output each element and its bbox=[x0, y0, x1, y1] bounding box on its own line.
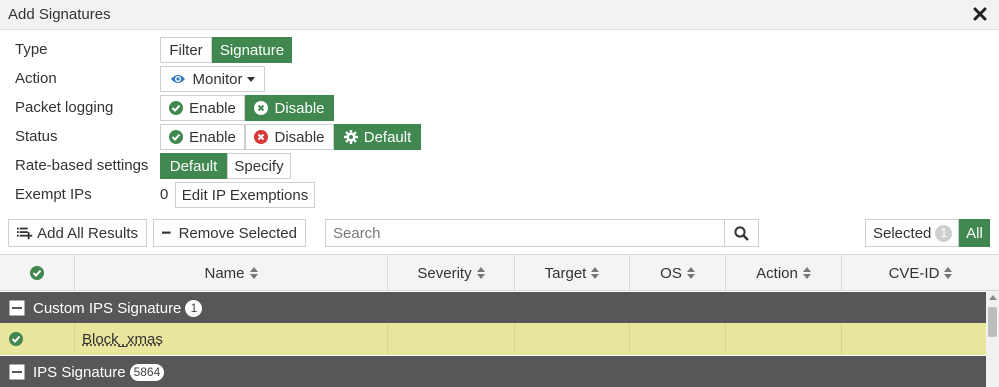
dialog-titlebar: Add Signatures bbox=[0, 0, 999, 30]
status-label: Status bbox=[15, 128, 58, 145]
add-all-results-button[interactable]: Add All Results bbox=[8, 219, 147, 247]
action-dropdown[interactable]: Monitor bbox=[160, 66, 265, 92]
check-circle-icon bbox=[9, 332, 23, 346]
sort-icon bbox=[476, 267, 485, 279]
check-circle-icon bbox=[169, 130, 184, 144]
action-value: Monitor bbox=[192, 70, 243, 88]
packet-logging-enable-button[interactable]: Enable bbox=[160, 95, 245, 121]
column-header-action[interactable]: Action bbox=[726, 255, 842, 291]
column-header-target[interactable]: Target bbox=[515, 255, 630, 291]
table-header: Name Severity Target OS Action CVE-ID bbox=[0, 254, 999, 291]
row-select-cell[interactable] bbox=[0, 323, 75, 355]
filter-all-button[interactable]: All bbox=[959, 219, 990, 247]
search-button[interactable] bbox=[724, 219, 759, 247]
caret-down-icon bbox=[246, 76, 255, 82]
row-target-cell bbox=[515, 323, 630, 355]
exempt-ips-label: Exempt IPs bbox=[15, 186, 92, 203]
column-header-os[interactable]: OS bbox=[630, 255, 726, 291]
status-enable-button[interactable]: Enable bbox=[160, 124, 245, 150]
search-icon bbox=[734, 225, 749, 241]
row-severity-cell bbox=[388, 323, 515, 355]
rate-specify-button[interactable]: Specify bbox=[227, 153, 291, 179]
group-header-ips[interactable]: IPS Signature 5864 bbox=[0, 356, 986, 387]
group-name: IPS Signature bbox=[33, 363, 126, 381]
row-os-cell bbox=[630, 323, 726, 355]
selected-count-badge: 1 bbox=[935, 224, 953, 242]
column-header-severity[interactable]: Severity bbox=[388, 255, 515, 291]
dialog-title: Add Signatures bbox=[8, 6, 111, 23]
select-column-header[interactable] bbox=[0, 255, 75, 291]
sort-icon bbox=[249, 267, 258, 279]
group-name: Custom IPS Signature bbox=[33, 299, 182, 317]
eye-icon bbox=[171, 75, 186, 83]
check-circle-icon bbox=[169, 101, 184, 115]
search-input[interactable] bbox=[325, 219, 725, 247]
sort-icon bbox=[686, 267, 695, 279]
scroll-thumb[interactable] bbox=[988, 307, 997, 337]
x-circle-icon bbox=[254, 130, 269, 144]
rate-based-label: Rate-based settings bbox=[15, 157, 149, 174]
gear-icon bbox=[343, 130, 358, 144]
close-icon[interactable] bbox=[973, 6, 987, 22]
minus-icon bbox=[162, 231, 171, 234]
sort-icon bbox=[802, 267, 811, 279]
status-default-button[interactable]: Default bbox=[334, 124, 421, 150]
group-count-badge: 1 bbox=[185, 299, 203, 317]
column-header-name[interactable]: Name bbox=[75, 255, 388, 291]
sort-icon bbox=[591, 267, 600, 279]
group-header-custom-ips[interactable]: Custom IPS Signature 1 bbox=[0, 292, 986, 324]
edit-ip-exemptions-button[interactable]: Edit IP Exemptions bbox=[175, 182, 315, 208]
collapse-icon[interactable] bbox=[9, 300, 25, 316]
signature-name[interactable]: Block_xmas bbox=[82, 331, 163, 348]
column-header-cve-id[interactable]: CVE-ID bbox=[842, 255, 999, 291]
vertical-scrollbar[interactable] bbox=[986, 291, 999, 387]
sort-icon bbox=[944, 267, 953, 279]
packet-logging-disable-button[interactable]: Disable bbox=[245, 95, 334, 121]
status-disable-button[interactable]: Disable bbox=[245, 124, 334, 150]
type-signature-button[interactable]: Signature bbox=[212, 37, 292, 63]
group-count-badge: 5864 bbox=[129, 363, 165, 381]
row-action-cell bbox=[726, 323, 842, 355]
exempt-ips-count: 0 bbox=[160, 186, 169, 203]
table-row[interactable]: Block_xmas bbox=[0, 323, 986, 355]
filter-selected-button[interactable]: Selected 1 bbox=[865, 219, 959, 247]
action-label: Action bbox=[15, 70, 57, 87]
row-name-cell: Block_xmas bbox=[75, 323, 388, 355]
scroll-up-arrow[interactable] bbox=[989, 295, 997, 300]
row-cve-cell bbox=[842, 323, 986, 355]
rate-default-button[interactable]: Default bbox=[160, 153, 227, 179]
list-add-icon bbox=[17, 227, 33, 240]
remove-selected-button[interactable]: Remove Selected bbox=[153, 219, 306, 247]
check-circle-icon bbox=[30, 266, 44, 280]
type-label: Type bbox=[15, 41, 48, 58]
packet-logging-label: Packet logging bbox=[15, 99, 114, 116]
results-toolbar: Add All Results Remove Selected Selected… bbox=[0, 219, 999, 247]
collapse-icon[interactable] bbox=[9, 364, 25, 380]
type-filter-button[interactable]: Filter bbox=[160, 37, 212, 63]
x-circle-icon bbox=[254, 101, 269, 115]
